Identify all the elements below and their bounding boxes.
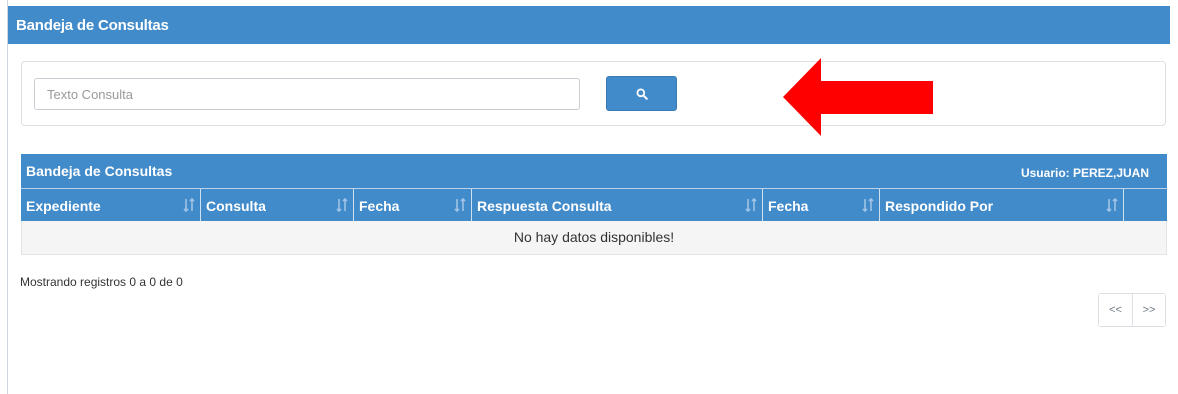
column-header-spacer: [1124, 189, 1167, 221]
column-header-fecha[interactable]: Fecha: [354, 189, 472, 221]
column-header-respuesta-consulta[interactable]: Respuesta Consulta: [472, 189, 763, 221]
user-label: Usuario: PEREZ,JUAN: [1020, 166, 1149, 180]
search-icon: [636, 88, 648, 100]
next-page-button[interactable]: >>: [1132, 294, 1165, 326]
sort-icon: [1106, 198, 1118, 212]
sort-icon: [745, 198, 757, 212]
column-label: Fecha: [768, 198, 809, 214]
column-header-fecha-respuesta[interactable]: Fecha: [763, 189, 880, 221]
column-label: Respondido Por: [885, 198, 994, 214]
column-label: Respuesta Consulta: [477, 198, 612, 214]
column-header-expediente[interactable]: Expediente: [21, 189, 201, 221]
search-button[interactable]: [606, 76, 677, 111]
left-arrow-icon: [783, 58, 933, 136]
column-header-consulta[interactable]: Consulta: [201, 189, 354, 221]
sort-icon: [336, 198, 348, 212]
column-label: Expediente: [26, 198, 101, 214]
table-header: Bandeja de Consultas Usuario: PEREZ,JUAN: [21, 154, 1167, 188]
search-input[interactable]: [34, 78, 580, 110]
results-table: Bandeja de Consultas Usuario: PEREZ,JUAN…: [21, 154, 1167, 257]
column-label: Fecha: [359, 198, 400, 214]
page-title: Bandeja de Consultas: [16, 17, 169, 34]
empty-message: No hay datos disponibles!: [21, 221, 1167, 255]
column-label: Consulta: [206, 198, 266, 214]
column-headers: Expediente Consulta Fecha Respuesta Cons…: [21, 188, 1167, 221]
sort-icon: [862, 198, 874, 212]
column-header-respondido-por[interactable]: Respondido Por: [880, 189, 1124, 221]
table-title: Bandeja de Consultas: [26, 163, 173, 179]
sort-icon: [454, 198, 466, 212]
pagination: << >>: [1098, 293, 1166, 327]
search-panel: [21, 61, 1166, 126]
left-border: [7, 0, 8, 394]
previous-page-button[interactable]: <<: [1099, 294, 1132, 326]
records-info: Mostrando registros 0 a 0 de 0: [20, 275, 183, 289]
page-header: Bandeja de Consultas: [8, 6, 1170, 44]
sort-icon: [183, 198, 195, 212]
